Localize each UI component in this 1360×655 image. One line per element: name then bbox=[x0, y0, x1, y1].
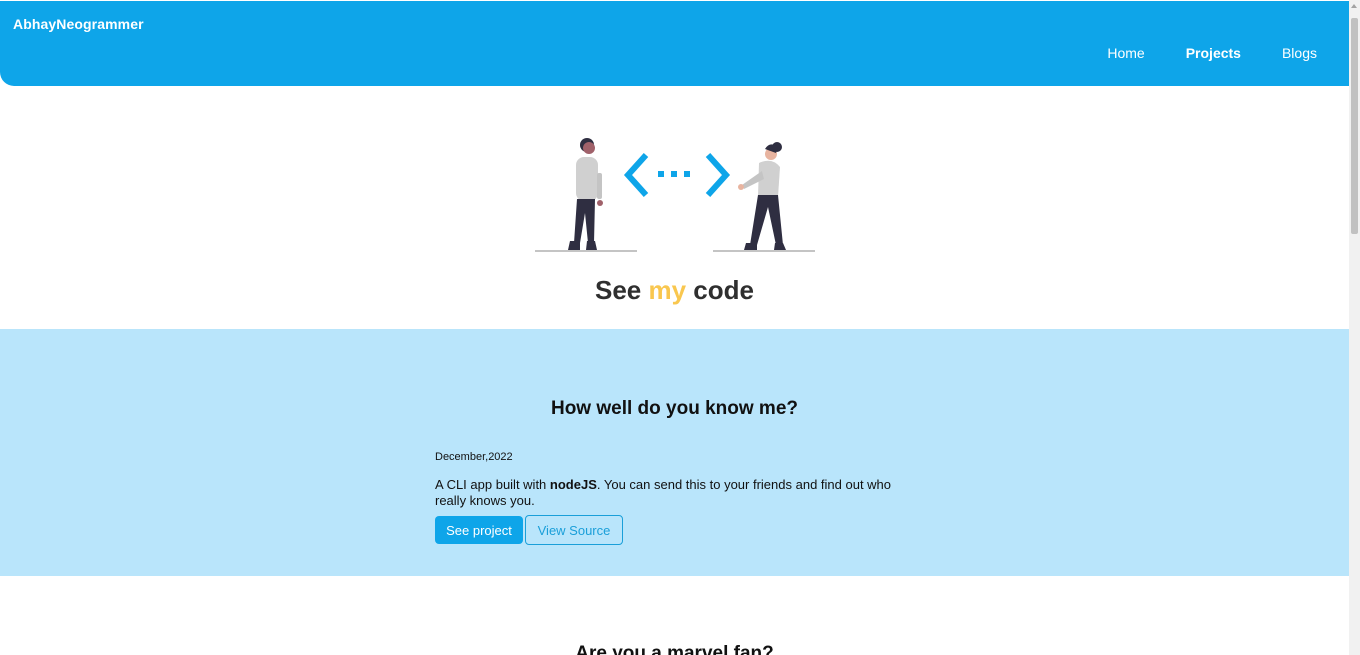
man-figure bbox=[568, 138, 603, 250]
code-sharing-illustration bbox=[535, 138, 815, 252]
hero-title-part1: See bbox=[595, 275, 649, 305]
see-project-button[interactable]: See project bbox=[435, 516, 523, 544]
project-title: How well do you know me? bbox=[550, 398, 799, 419]
hero-title-part2: code bbox=[686, 275, 754, 305]
project-card: How well do you know me? December,2022 A… bbox=[0, 329, 1349, 576]
brand-logo[interactable]: AbhayNeogrammer bbox=[13, 16, 144, 32]
project-description: A CLI app built with nodeJS. You can sen… bbox=[435, 477, 915, 509]
view-source-button[interactable]: View Source bbox=[525, 515, 623, 545]
project-desc-tech: nodeJS bbox=[549, 477, 597, 492]
nav-link-projects[interactable]: Projects bbox=[1186, 45, 1241, 61]
project-desc-prefix: A CLI app built with bbox=[435, 477, 550, 492]
ellipsis-icon bbox=[658, 171, 690, 177]
vertical-scrollbar[interactable] bbox=[1349, 0, 1360, 655]
hero-title-accent: my bbox=[648, 275, 687, 305]
hero-title: See my code bbox=[0, 275, 1349, 306]
scroll-up-arrow-icon[interactable] bbox=[1351, 4, 1357, 8]
scrollbar-thumb[interactable] bbox=[1351, 18, 1358, 234]
nav-link-home[interactable]: Home bbox=[1107, 45, 1144, 61]
page: AbhayNeogrammer Home Projects Blogs See … bbox=[0, 0, 1349, 655]
nav-links: Home Projects Blogs bbox=[1066, 45, 1317, 61]
navbar: AbhayNeogrammer Home Projects Blogs bbox=[0, 1, 1349, 86]
project-date: December,2022 bbox=[435, 451, 513, 463]
nav-link-blogs[interactable]: Blogs bbox=[1282, 45, 1317, 61]
next-project-title: Are you a marvel fan? bbox=[575, 643, 774, 655]
woman-figure bbox=[738, 142, 786, 250]
